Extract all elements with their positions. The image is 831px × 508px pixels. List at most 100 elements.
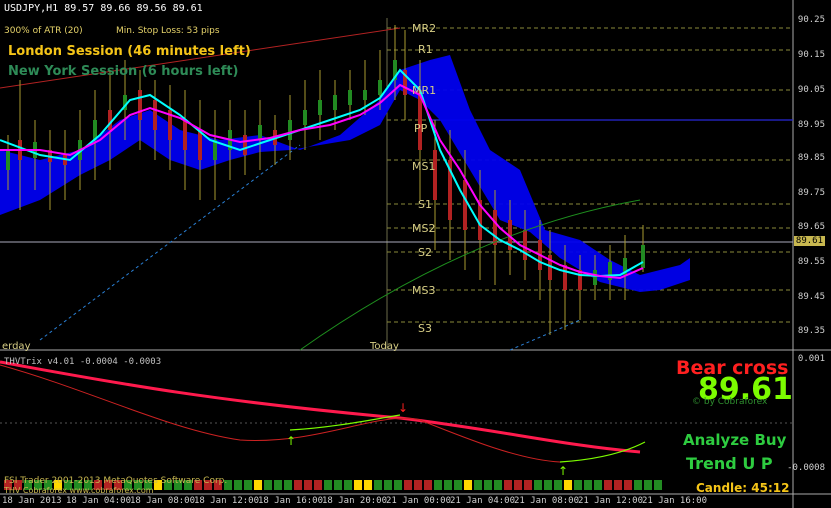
candle-body (523, 230, 527, 260)
session-bar-cell (454, 480, 462, 490)
session-bar-cell (394, 480, 402, 490)
day-label-today: Today (370, 341, 399, 352)
candle-body (493, 210, 497, 245)
x-axis-label: 18 Jan 04:00 (66, 496, 132, 506)
x-axis-label: 18 Jan 20:00 (322, 496, 388, 506)
session-bar-cell (324, 480, 332, 490)
candle-body (258, 125, 262, 140)
down-arrow-icon: ↓ (398, 401, 408, 415)
candle-body (563, 265, 567, 290)
session-bar-cell (504, 480, 512, 490)
level-label: PP (414, 122, 428, 135)
session-bar-cell (264, 480, 272, 490)
y-axis-label: 89.85 (797, 153, 825, 163)
session-bar-cell (634, 480, 642, 490)
session-bar-cell (294, 480, 302, 490)
session-bar-cell (584, 480, 592, 490)
london-session-label: London Session (46 minutes left) (8, 44, 251, 59)
session-bar-cell (624, 480, 632, 490)
candle-body (153, 100, 157, 130)
session-bar-cell (304, 480, 312, 490)
y-axis-label: 89.35 (797, 326, 825, 336)
level-label: S3 (418, 322, 432, 335)
session-bar-cell (474, 480, 482, 490)
candle-body (363, 90, 367, 100)
x-axis-label: 21 Jan 00:00 (386, 496, 452, 506)
candle-body (6, 150, 10, 170)
y-axis-label: 90.05 (797, 85, 825, 95)
session-bar-cell (604, 480, 612, 490)
level-label: R1 (418, 43, 433, 56)
session-bar-cell (534, 480, 542, 490)
y-axis-label: 89.55 (797, 257, 825, 267)
y-axis-label: 90.25 (797, 15, 825, 25)
x-axis-label: 18 Jan 08:00 (130, 496, 196, 506)
level-label: S1 (418, 198, 432, 211)
trend-label: Trend U P (686, 454, 773, 473)
session-bar-cell (334, 480, 342, 490)
x-axis-label: 18 Jan 2013 (2, 496, 62, 506)
y-axis-label: 89.45 (797, 292, 825, 302)
session-bar-cell (274, 480, 282, 490)
atr-label: 300% of ATR (20) (4, 26, 83, 36)
session-bar-cell (554, 480, 562, 490)
current-price-box: 89.61 (793, 236, 825, 246)
candle-body (183, 120, 187, 150)
session-bar-cell (564, 480, 572, 490)
session-bar-cell (374, 480, 382, 490)
level-label: MR2 (412, 22, 437, 35)
level-label: MS1 (412, 160, 436, 173)
session-bar-cell (444, 480, 452, 490)
candle-body (333, 95, 337, 110)
candle-body (318, 100, 322, 115)
session-bar-cell (544, 480, 552, 490)
x-axis-label: 21 Jan 16:00 (642, 496, 708, 506)
session-bar-cell (434, 480, 442, 490)
candle-body (433, 150, 437, 200)
x-axis-label: 21 Jan 12:00 (578, 496, 644, 506)
candle-body (303, 110, 307, 125)
copyright-line: THV Cobraforex www.cobraforex.com (4, 486, 154, 495)
candle-body (243, 135, 247, 155)
level-label: MS3 (412, 284, 436, 297)
y-axis-label: 89.95 (797, 120, 825, 130)
candle-body (198, 130, 202, 160)
symbol-info: USDJPY,H1 89.57 89.66 89.56 89.61 (4, 3, 203, 14)
session-bar-cell (364, 480, 372, 490)
analyze-label: Analyze Buy (683, 431, 787, 449)
y-axis-label: 90.15 (797, 50, 825, 60)
session-bar-cell (314, 480, 322, 490)
newyork-session-label: New York Session (6 hours left) (8, 64, 239, 79)
session-bar-cell (424, 480, 432, 490)
session-bar-cell (524, 480, 532, 490)
session-bar-cell (244, 480, 252, 490)
session-bar-cell (464, 480, 472, 490)
up-arrow-icon: ↑ (286, 434, 296, 448)
up-arrow-icon: ↑ (558, 464, 568, 478)
x-axis-label: 21 Jan 04:00 (450, 496, 516, 506)
indicator-axis-label: 0.001 (797, 354, 825, 364)
session-bar-cell (384, 480, 392, 490)
candle-body (108, 110, 112, 130)
day-label-yesterday: erday (2, 341, 31, 352)
session-bar-cell (644, 480, 652, 490)
candle-body (288, 120, 292, 140)
y-axis-label: 89.75 (797, 188, 825, 198)
level-label: S2 (418, 246, 432, 259)
y-axis-label: 89.65 (797, 222, 825, 232)
session-bar-cell (404, 480, 412, 490)
x-axis-label: 21 Jan 08:00 (514, 496, 580, 506)
indicator-subtitle: THVTrix v4.01 -0.0004 -0.0003 (4, 357, 162, 367)
copyright-line: FSI Trader 2001-2013 MetaQuotes Software… (4, 476, 228, 486)
indicator-axis-label: -0.0008 (787, 463, 825, 473)
candle-body (378, 80, 382, 95)
session-bar-cell (494, 480, 502, 490)
session-bar-cell (484, 480, 492, 490)
candle-timer: Candle: 45:12 (696, 481, 790, 495)
x-axis-label: 18 Jan 16:00 (258, 496, 324, 506)
session-bar-cell (594, 480, 602, 490)
stop-loss-label: Min. Stop Loss: 53 pips (116, 26, 220, 36)
level-label: MR1 (412, 84, 437, 97)
watermark-label: © by Cobraforex (692, 397, 768, 407)
candle-body (593, 270, 597, 285)
